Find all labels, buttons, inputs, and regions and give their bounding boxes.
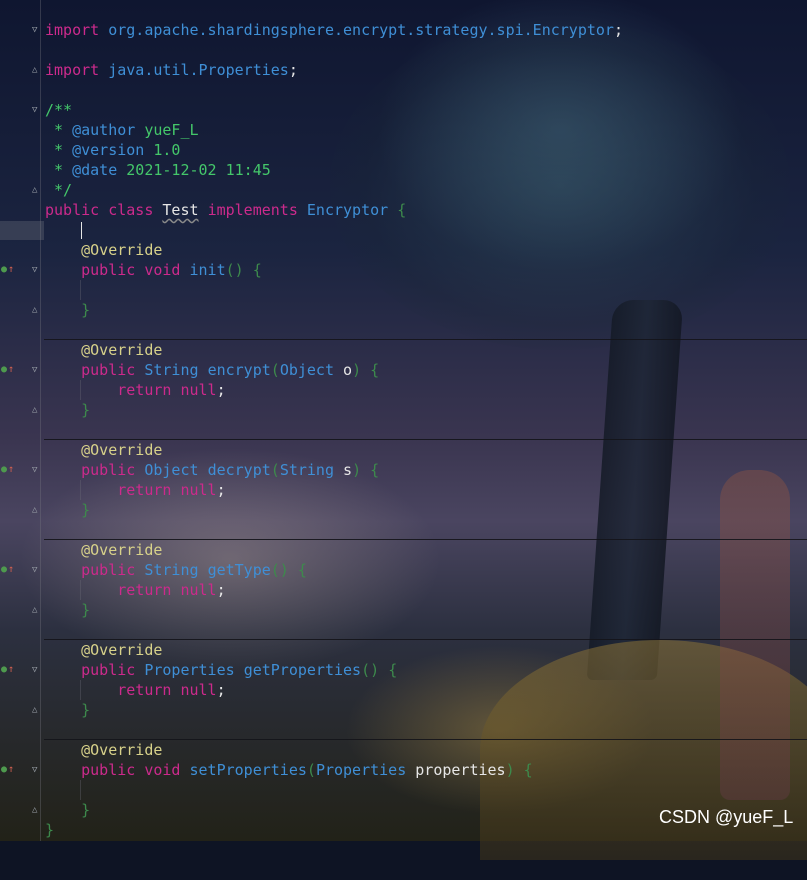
annotation: @Override — [81, 241, 163, 259]
implements-method-icon[interactable]: ●↑ — [1, 463, 14, 477]
fold-collapse-icon[interactable]: ▽ — [32, 25, 42, 35]
code-line: @Override — [0, 740, 807, 760]
code-line-empty — [0, 520, 807, 540]
annotation: @Override — [81, 741, 163, 759]
code-line-empty — [0, 620, 807, 640]
text-cursor — [81, 222, 83, 239]
method-name[interactable]: decrypt — [208, 461, 271, 479]
method-name[interactable]: setProperties — [190, 761, 307, 779]
javadoc-open: /** — [45, 101, 73, 119]
annotation: @Override — [81, 641, 163, 659]
code-line: @Override — [0, 640, 807, 660]
watermark: CSDN @yueF_L — [659, 807, 794, 827]
implements-method-icon[interactable]: ●↑ — [1, 763, 14, 777]
implements-method-icon[interactable]: ●↑ — [1, 663, 14, 677]
fold-collapse-icon[interactable]: ▽ — [32, 365, 42, 375]
method-name[interactable]: getType — [208, 561, 271, 579]
code-line: △ } — [32, 601, 91, 619]
javadoc-value: 1.0 — [144, 141, 181, 159]
code-line: ▽ /** — [0, 100, 807, 120]
code-editor[interactable]: ▽ import org.apache.shardingsphere.encry… — [0, 20, 807, 840]
code-line: ●↑ ▽ public void init() { — [1, 261, 262, 279]
fold-end-icon[interactable]: △ — [32, 305, 42, 315]
code-line: @Override — [0, 540, 807, 560]
keyword: import — [45, 61, 100, 79]
code-line: return null; — [0, 580, 807, 600]
code-line: return null; — [0, 380, 807, 400]
code-line-empty — [0, 420, 807, 440]
fold-end-icon[interactable]: △ — [32, 605, 42, 615]
fold-end-icon[interactable]: △ — [32, 405, 42, 415]
code-line: △ } — [32, 501, 91, 519]
code-line: ▽ import org.apache.shardingsphere.encry… — [32, 21, 623, 39]
fold-end-icon[interactable]: △ — [32, 505, 42, 515]
code-line-cursor — [0, 220, 807, 240]
import-package: java.util.Properties — [108, 61, 289, 79]
code-line: ●↑ ▽ public Properties getProperties() { — [1, 661, 398, 679]
code-line: public class Test implements Encryptor { — [45, 201, 407, 219]
fold-end-icon[interactable]: △ — [32, 805, 42, 815]
annotation: @Override — [81, 541, 163, 559]
code-line: ●↑ ▽ public String getType() { — [1, 561, 307, 579]
implements-method-icon[interactable]: ●↑ — [1, 263, 14, 277]
parameter-name: properties — [415, 761, 506, 779]
method-name[interactable]: encrypt — [208, 361, 271, 379]
code-line: ●↑ ▽ public void setProperties(Propertie… — [1, 761, 533, 779]
code-line-empty — [0, 780, 807, 800]
code-line: @Override — [0, 240, 807, 260]
keyword: import — [45, 21, 100, 39]
import-package: org.apache.shardingsphere.encrypt.strate… — [108, 21, 614, 39]
method-name[interactable]: getProperties — [244, 661, 361, 679]
fold-collapse-icon[interactable]: ▽ — [32, 765, 42, 775]
implements-method-icon[interactable]: ●↑ — [1, 563, 14, 577]
javadoc-value: 2021-12-02 11:45 — [117, 161, 271, 179]
code-line: ●↑ ▽ public String encrypt(Object o) { — [1, 361, 380, 379]
implements-method-icon[interactable]: ●↑ — [1, 363, 14, 377]
fold-collapse-icon[interactable]: ▽ — [32, 565, 42, 575]
code-line: * @version 1.0 — [45, 141, 181, 159]
code-line: @Override — [0, 440, 807, 460]
fold-end-icon[interactable]: △ — [32, 185, 42, 195]
code-line: * @date 2021-12-02 11:45 — [45, 161, 271, 179]
indent-guide — [80, 780, 81, 800]
javadoc-close: */ — [45, 181, 73, 199]
parameter-name: o — [343, 361, 353, 379]
fold-end-icon[interactable]: △ — [32, 705, 42, 715]
code-line: @Override — [0, 340, 807, 360]
javadoc-value: yueF_L — [135, 121, 199, 139]
class-closing-brace: } — [45, 821, 55, 839]
fold-collapse-icon[interactable]: ▽ — [32, 665, 42, 675]
code-line: △ } — [32, 701, 91, 719]
code-line: * @author yueF_L — [45, 121, 199, 139]
annotation: @Override — [81, 341, 163, 359]
code-line-empty — [0, 720, 807, 740]
code-line: return null; — [0, 480, 807, 500]
code-line-empty — [0, 280, 807, 300]
code-line-empty — [0, 320, 807, 340]
indent-guide — [80, 280, 81, 300]
annotation: @Override — [81, 441, 163, 459]
code-line: ●↑ ▽ public Object decrypt(String s) { — [1, 461, 380, 479]
javadoc-tag: @version — [72, 141, 145, 159]
fold-end-icon[interactable]: △ — [32, 65, 42, 75]
javadoc-tag: @date — [72, 161, 118, 179]
fold-collapse-icon[interactable]: ▽ — [32, 465, 42, 475]
fold-collapse-icon[interactable]: ▽ — [32, 105, 42, 115]
code-line: return null; — [0, 680, 807, 700]
class-name[interactable]: Test — [162, 201, 198, 219]
code-line: △ */ — [0, 180, 807, 200]
method-name[interactable]: init — [190, 261, 226, 279]
code-line: △ import java.util.Properties; — [32, 61, 298, 79]
code-line: △ } — [32, 301, 91, 319]
fold-collapse-icon[interactable]: ▽ — [32, 265, 42, 275]
javadoc-tag: @author — [72, 121, 136, 139]
interface-name[interactable]: Encryptor — [307, 201, 388, 219]
parameter-name: s — [343, 461, 353, 479]
code-line: △ } — [32, 401, 91, 419]
